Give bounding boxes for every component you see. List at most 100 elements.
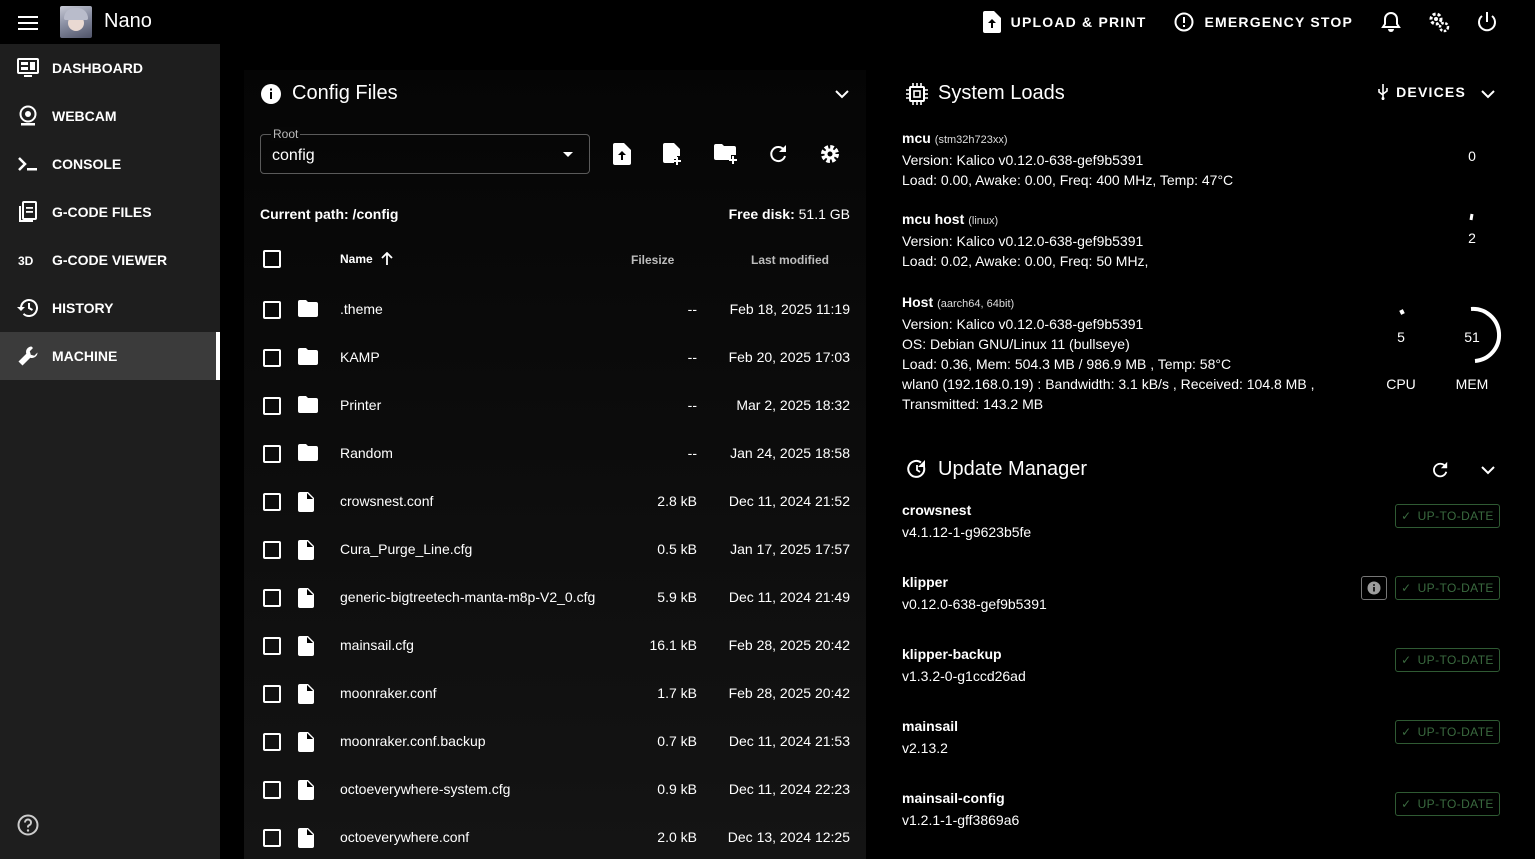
row-checkbox[interactable] bbox=[263, 781, 281, 799]
table-row[interactable]: moonraker.conf.backup 0.7 kB Dec 11, 2024 … bbox=[244, 718, 866, 766]
emergency-stop-button[interactable]: EMERGENCY STOP bbox=[1160, 0, 1367, 44]
sidebar-item-gcode-viewer[interactable]: 3D G-CODE VIEWER bbox=[0, 236, 220, 284]
chevron-down-icon bbox=[1481, 465, 1495, 474]
row-checkbox[interactable] bbox=[263, 685, 281, 703]
mcu-name: mcu bbox=[902, 130, 931, 146]
file-modified: Dec 11, 2024 21:49 bbox=[728, 589, 850, 605]
path-row: Current path: /config Free disk: 51.1 GB bbox=[260, 206, 850, 222]
table-row[interactable]: moonraker.conf 1.7 kB Feb 28, 2025 20:42 bbox=[244, 670, 866, 718]
sidebar-item-console[interactable]: CONSOLE bbox=[0, 140, 220, 188]
file-name[interactable]: moonraker.conf.backup bbox=[340, 733, 486, 749]
collapse-system-loads-button[interactable] bbox=[1476, 82, 1500, 106]
check-icon: ✓ bbox=[1401, 797, 1412, 811]
sidebar-item-machine[interactable]: MACHINE bbox=[0, 332, 220, 380]
check-icon: ✓ bbox=[1401, 725, 1412, 739]
refresh-files-button[interactable] bbox=[762, 138, 794, 170]
sidebar-item-label: DASHBOARD bbox=[52, 60, 143, 76]
file-document-icon bbox=[16, 200, 40, 224]
file-name[interactable]: Random bbox=[340, 445, 393, 461]
table-row[interactable]: .theme -- Feb 18, 2025 11:19 bbox=[244, 286, 866, 334]
file-name[interactable]: generic-bigtreetech-manta-m8p-V2_0.cfg bbox=[340, 589, 595, 605]
create-file-button[interactable] bbox=[658, 138, 690, 170]
table-header: Name Filesize Last modified bbox=[244, 238, 866, 280]
row-checkbox[interactable] bbox=[263, 301, 281, 319]
host-transmitted: Transmitted: 143.2 MB bbox=[902, 396, 1044, 412]
file-name[interactable]: octoeverywhere-system.cfg bbox=[340, 781, 510, 797]
sidebar-item-history[interactable]: HISTORY bbox=[0, 284, 220, 332]
devices-button[interactable]: DEVICES bbox=[1378, 84, 1466, 100]
collapse-update-manager-button[interactable] bbox=[1476, 458, 1500, 482]
config-files-header: Config Files bbox=[260, 82, 398, 105]
up-to-date-badge: ✓ UP-TO-DATE bbox=[1395, 576, 1500, 600]
file-icon bbox=[298, 828, 318, 848]
upload-print-button[interactable]: UPLOAD & PRINT bbox=[969, 0, 1161, 44]
klipper-info-button[interactable] bbox=[1361, 576, 1387, 600]
upload-file-button[interactable] bbox=[606, 138, 638, 170]
filesize-column-header[interactable]: Filesize bbox=[631, 253, 674, 267]
current-path: Current path: /config bbox=[260, 206, 399, 222]
create-folder-button[interactable] bbox=[710, 138, 742, 170]
root-select-value: config bbox=[272, 147, 315, 164]
file-name[interactable]: mainsail.cfg bbox=[340, 637, 414, 653]
update-item-klipper-backup: klipper-backup v1.3.2-0-g1ccd26ad ✓ UP-TO-D… bbox=[902, 646, 1500, 702]
table-row[interactable]: octoeverywhere-system.cfg 0.9 kB Dec 11, 2… bbox=[244, 766, 866, 814]
host-load: Host (aarch64, 64bit) Version: Kalico v0.… bbox=[902, 292, 1314, 414]
collapse-config-files-button[interactable] bbox=[830, 82, 854, 106]
bell-icon bbox=[1381, 11, 1401, 32]
row-checkbox[interactable] bbox=[263, 349, 281, 367]
table-row[interactable]: mainsail.cfg 16.1 kB Feb 28, 2025 20:42 bbox=[244, 622, 866, 670]
3d-icon: 3D bbox=[16, 248, 40, 272]
mcu-host-load: mcu host (linux) Version: Kalico v0.12.0-… bbox=[902, 209, 1148, 271]
refresh-updates-button[interactable] bbox=[1428, 458, 1452, 482]
row-checkbox[interactable] bbox=[263, 445, 281, 463]
update-item-version: v1.2.1-1-gff3869a6 bbox=[902, 812, 1020, 828]
table-row[interactable]: crowsnest.conf 2.8 kB Dec 11, 2024 21:52 bbox=[244, 478, 866, 526]
table-row[interactable]: generic-bigtreetech-manta-m8p-V2_0.cfg 5.… bbox=[244, 574, 866, 622]
file-icon bbox=[298, 684, 318, 704]
sidebar-item-label: G-CODE FILES bbox=[52, 204, 152, 220]
sidebar-item-label: MACHINE bbox=[52, 348, 118, 364]
file-name[interactable]: Printer bbox=[340, 397, 381, 413]
sidebar-item-dashboard[interactable]: DASHBOARD bbox=[0, 44, 220, 92]
select-all-checkbox[interactable] bbox=[263, 250, 281, 268]
table-row[interactable]: Random -- Jan 24, 2025 18:58 bbox=[244, 430, 866, 478]
dropdown-arrow-icon bbox=[563, 152, 573, 157]
row-checkbox[interactable] bbox=[263, 589, 281, 607]
file-name[interactable]: octoeverywhere.conf bbox=[340, 829, 469, 845]
table-row[interactable]: KAMP -- Feb 20, 2025 17:03 bbox=[244, 334, 866, 382]
table-row[interactable]: Cura_Purge_Line.cfg 0.5 kB Jan 17, 2025 17… bbox=[244, 526, 866, 574]
file-name[interactable]: crowsnest.conf bbox=[340, 493, 433, 509]
menu-icon[interactable] bbox=[16, 12, 40, 32]
notifications-button[interactable] bbox=[1367, 0, 1415, 44]
file-name[interactable]: KAMP bbox=[340, 349, 380, 365]
row-checkbox[interactable] bbox=[263, 493, 281, 511]
sidebar-item-gcode-files[interactable]: G-CODE FILES bbox=[0, 188, 220, 236]
name-column-header[interactable]: Name bbox=[340, 252, 393, 266]
mem-gauge-value: 51 bbox=[1464, 329, 1480, 345]
mcu-load: mcu (stm32h723xx) Version: Kalico v0.12.0… bbox=[902, 128, 1233, 190]
last-modified-column-header[interactable]: Last modified bbox=[751, 253, 829, 267]
root-select[interactable]: Root config bbox=[260, 127, 590, 174]
file-modified: Feb 28, 2025 20:42 bbox=[728, 637, 850, 653]
file-name[interactable]: Cura_Purge_Line.cfg bbox=[340, 541, 472, 557]
file-size: 1.7 kB bbox=[657, 685, 697, 701]
status-label: UP-TO-DATE bbox=[1417, 725, 1494, 739]
row-checkbox[interactable] bbox=[263, 541, 281, 559]
power-button[interactable] bbox=[1463, 0, 1511, 44]
settings-button[interactable] bbox=[1415, 0, 1463, 44]
status-label: UP-TO-DATE bbox=[1417, 509, 1494, 523]
table-row[interactable]: Printer -- Mar 2, 2025 18:32 bbox=[244, 382, 866, 430]
help-icon[interactable] bbox=[16, 813, 40, 837]
mem-gauge-label: MEM bbox=[1455, 376, 1489, 392]
file-name[interactable]: moonraker.conf bbox=[340, 685, 437, 701]
row-checkbox[interactable] bbox=[263, 829, 281, 847]
row-checkbox[interactable] bbox=[263, 397, 281, 415]
file-modified: Feb 18, 2025 11:19 bbox=[729, 301, 850, 317]
file-name[interactable]: .theme bbox=[340, 301, 383, 317]
file-settings-button[interactable] bbox=[814, 138, 846, 170]
row-checkbox[interactable] bbox=[263, 733, 281, 751]
refresh-icon bbox=[770, 145, 786, 163]
table-row[interactable]: octoeverywhere.conf 2.0 kB Dec 13, 2024 12… bbox=[244, 814, 866, 859]
sidebar-item-webcam[interactable]: WEBCAM bbox=[0, 92, 220, 140]
row-checkbox[interactable] bbox=[263, 637, 281, 655]
